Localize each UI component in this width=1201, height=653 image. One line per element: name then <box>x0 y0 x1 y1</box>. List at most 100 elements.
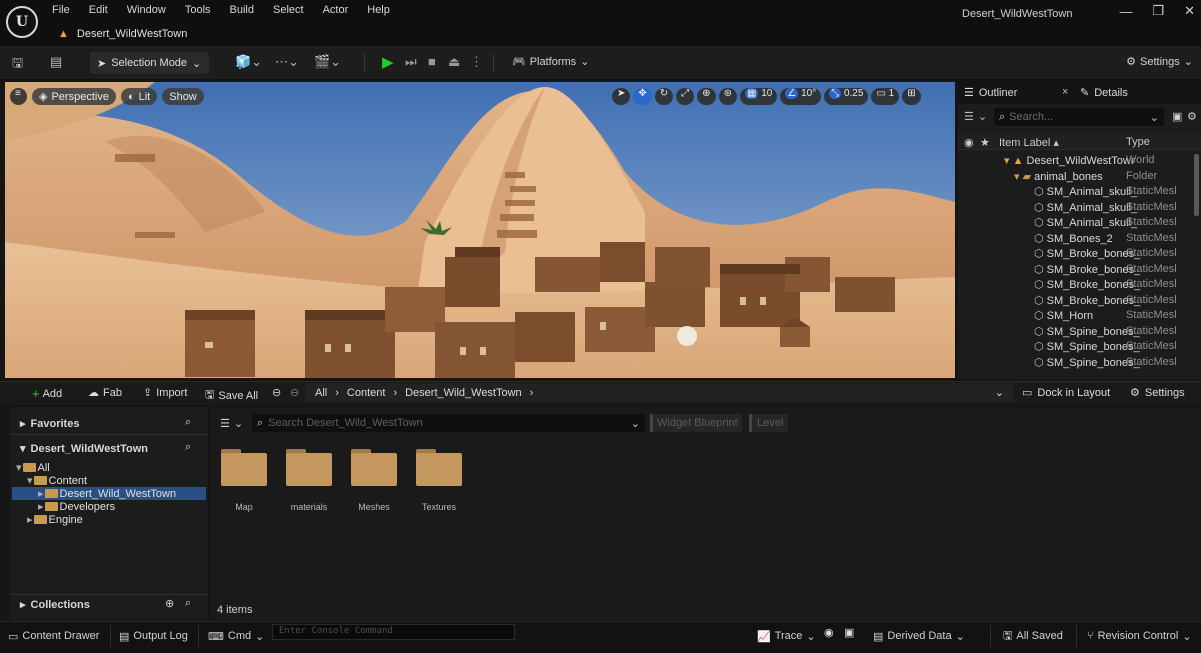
scale-snap-button[interactable]: ⤡ 0.25 <box>824 88 869 105</box>
history-back-icon[interactable]: ⊖ <box>272 386 281 399</box>
maximize-viewport-button[interactable]: ⊞ <box>902 88 921 105</box>
item-label-column-header[interactable]: Item Label ▴ <box>999 136 1059 150</box>
folder-tree-item[interactable]: ▸ Engine <box>12 513 206 526</box>
filter-dropdown[interactable]: ☰ ⌄ <box>220 417 243 430</box>
search-icon[interactable]: ⌕ <box>185 441 191 454</box>
folder-tile-materials[interactable] <box>286 449 332 486</box>
trace-dropdown[interactable]: 📈 Trace ⌄ <box>757 626 816 646</box>
translate-tool-button[interactable]: ✥ <box>633 88 652 105</box>
derived-data-dropdown[interactable]: ▤ Derived Data ⌄ <box>873 626 965 646</box>
folder-tree-item[interactable]: ▸ Developers <box>12 500 206 513</box>
menu-build[interactable]: Build <box>230 4 254 16</box>
console-input[interactable]: Enter Console Command <box>272 624 515 640</box>
content-browser-icon[interactable]: ▤ <box>50 54 62 70</box>
add-folder-icon[interactable]: ▣ <box>1172 110 1182 123</box>
close-icon[interactable]: × <box>1062 86 1068 98</box>
step-icon[interactable]: ⏭ <box>405 54 417 70</box>
folder-tree-item[interactable]: ▸ Desert_Wild_WestTown <box>12 487 206 500</box>
unreal-logo-icon[interactable]: U <box>6 6 38 38</box>
cmd-dropdown[interactable]: ⌨ Cmd ⌄ <box>208 626 264 646</box>
folder-tree-item[interactable]: ▾ All <box>12 461 206 474</box>
folder-tile-meshes[interactable] <box>351 449 397 486</box>
cinematics-icon[interactable]: 🎬⌄ <box>314 54 341 70</box>
menu-select[interactable]: Select <box>273 4 304 16</box>
scale-tool-button[interactable]: ⤢ <box>676 88 695 105</box>
details-tab[interactable]: ✎ Details <box>1080 86 1128 100</box>
camera-speed-button[interactable]: ▭ 1 <box>871 88 900 105</box>
rotate-tool-button[interactable]: ↻ <box>654 88 674 105</box>
dock-in-layout-button[interactable]: ▭ Dock in Layout <box>1022 386 1110 400</box>
filter-dropdown[interactable]: ☰ ⌄ <box>964 110 987 123</box>
outliner-row[interactable]: ⬡ SM_Broke_bones_ StaticMesl <box>958 247 1194 263</box>
search-icon[interactable]: ⌕ <box>185 416 191 429</box>
outliner-row[interactable]: ⬡ SM_Bones_2 StaticMesl <box>958 232 1194 248</box>
rotation-snap-button[interactable]: ∠ 10° <box>780 88 822 105</box>
level-viewport[interactable]: ≡ ◈ Perspective ◐ Lit Show ➤ ✥ ↻ ⤢ ⊕ ⊛ ▦… <box>5 82 955 378</box>
outliner-scrollbar[interactable] <box>1194 154 1199 216</box>
outliner-tab[interactable]: ☰ Outliner <box>964 86 1017 100</box>
menu-help[interactable]: Help <box>367 4 390 16</box>
menu-actor[interactable]: Actor <box>323 4 349 16</box>
level-document-tab[interactable]: ▲ Desert_WildWestTown <box>52 24 193 44</box>
folder-tile-textures[interactable] <box>416 449 462 486</box>
breadcrumb-all[interactable]: All <box>315 387 327 399</box>
outliner-row[interactable]: ▾ ▰ animal_bones Folder <box>958 170 1194 186</box>
import-button[interactable]: ⇪ Import <box>143 386 187 400</box>
select-tool-button[interactable]: ➤ <box>612 88 631 105</box>
favorites-header[interactable]: ▸ Favorites <box>20 417 79 431</box>
platforms-button[interactable]: 🎮 Platforms ⌄ <box>512 55 589 69</box>
outliner-row[interactable]: ⬡ SM_Animal_skull_ StaticMesl <box>958 216 1194 232</box>
save-all-button[interactable]: 🖫 Save All <box>205 386 258 405</box>
show-button[interactable]: Show <box>162 88 204 105</box>
menu-window[interactable]: Window <box>127 4 166 16</box>
screenshot-icon[interactable]: ▣ <box>844 626 854 646</box>
all-saved-button[interactable]: 🖫 All Saved <box>1003 626 1063 646</box>
settings-button[interactable]: ⚙ Settings ⌄ <box>1126 55 1193 69</box>
add-collection-icon[interactable]: ⊕ <box>165 597 174 610</box>
grid-snap-button[interactable]: ▦ 10 <box>739 88 778 105</box>
add-actor-icon[interactable]: 🧊⌄ <box>235 54 262 70</box>
maximize-icon[interactable]: ❐ <box>1152 3 1164 19</box>
type-column-header[interactable]: Type <box>1126 136 1150 148</box>
world-local-button[interactable]: ⊕ <box>697 88 716 105</box>
outliner-row[interactable]: ⬡ SM_Broke_bones_ StaticMesl <box>958 294 1194 310</box>
save-icon[interactable]: 🖫 <box>12 54 23 76</box>
record-icon[interactable]: ◉ <box>824 626 834 646</box>
play-icon[interactable]: ▶ <box>382 53 394 71</box>
content-drawer-button[interactable]: ▭ Content Drawer <box>8 626 99 646</box>
menu-tools[interactable]: Tools <box>185 4 211 16</box>
search-icon[interactable]: ⌕ <box>185 597 191 610</box>
content-browser-settings-button[interactable]: ⚙ Settings <box>1130 386 1185 400</box>
eye-icon[interactable]: ◉ <box>964 136 974 149</box>
stop-icon[interactable]: ■ <box>428 54 436 69</box>
folder-tile-map[interactable] <box>221 449 267 486</box>
outliner-row[interactable]: ⬡ SM_Animal_skull_ StaticMesl <box>958 201 1194 217</box>
breadcrumb-desert-wild-westtown[interactable]: Desert_Wild_WestTown <box>405 387 522 399</box>
lit-button[interactable]: ◐ Lit <box>120 88 158 105</box>
outliner-row[interactable]: ▾ ▲ Desert_WildWestTowr World <box>958 154 1194 170</box>
asset-search-box[interactable]: ⌕ Search Desert_Wild_WestTown ⌄ <box>252 414 645 432</box>
filter-level-chip[interactable]: Level <box>749 414 789 432</box>
revision-control-dropdown[interactable]: ⑂ Revision Control ⌄ <box>1087 626 1192 646</box>
collections-header[interactable]: ▸ Collections <box>20 598 90 612</box>
menu-file[interactable]: File <box>52 4 70 16</box>
viewport-menu-button[interactable]: ≡ <box>10 88 27 105</box>
blueprint-icon[interactable]: ⋯⌄ <box>275 54 299 70</box>
outliner-row[interactable]: ⬡ SM_Spine_bones_ StaticMesl <box>958 325 1194 341</box>
add-button[interactable]: + Add <box>32 386 62 401</box>
breadcrumb-content[interactable]: Content <box>347 387 386 399</box>
filter-widget-blueprint-chip[interactable]: Widget Blueprint <box>650 414 742 432</box>
perspective-button[interactable]: ◈ Perspective <box>32 88 116 105</box>
output-log-button[interactable]: ▤ Output Log <box>119 626 188 646</box>
history-forward-icon[interactable]: ⊖ <box>290 386 299 399</box>
outliner-row[interactable]: ⬡ SM_Spine_bones_ StaticMesl <box>958 340 1194 356</box>
surface-snap-button[interactable]: ⊛ <box>718 88 737 105</box>
chevron-down-icon[interactable]: ⌄ <box>995 386 1004 399</box>
outliner-row[interactable]: ⬡ SM_Horn StaticMesl <box>958 309 1194 325</box>
outliner-row[interactable]: ⬡ SM_Animal_skull_ StaticMesl <box>958 185 1194 201</box>
project-header[interactable]: ▾ Desert_WildWestTown <box>20 442 148 456</box>
more-options-icon[interactable]: ⋮ <box>470 54 483 70</box>
folder-tree-item[interactable]: ▾ Content <box>12 474 206 487</box>
gear-icon[interactable]: ⚙ <box>1187 110 1197 123</box>
outliner-search-box[interactable]: ⌕ Search... ⌄ <box>994 108 1164 126</box>
